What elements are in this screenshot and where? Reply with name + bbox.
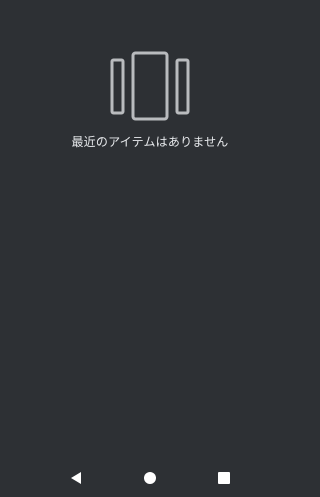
back-button[interactable] xyxy=(62,464,90,492)
home-button[interactable] xyxy=(136,464,164,492)
overview-square-icon xyxy=(218,472,230,484)
back-triangle-icon xyxy=(71,472,81,484)
no-recent-items-message: 最近のアイテムはありません xyxy=(71,135,229,149)
home-circle-icon xyxy=(144,472,156,484)
navigation-bar xyxy=(0,460,300,497)
recent-apps-empty-icon xyxy=(110,51,190,121)
overview-button[interactable] xyxy=(210,464,238,492)
recents-screen: 最近のアイテムはありません xyxy=(0,0,300,460)
